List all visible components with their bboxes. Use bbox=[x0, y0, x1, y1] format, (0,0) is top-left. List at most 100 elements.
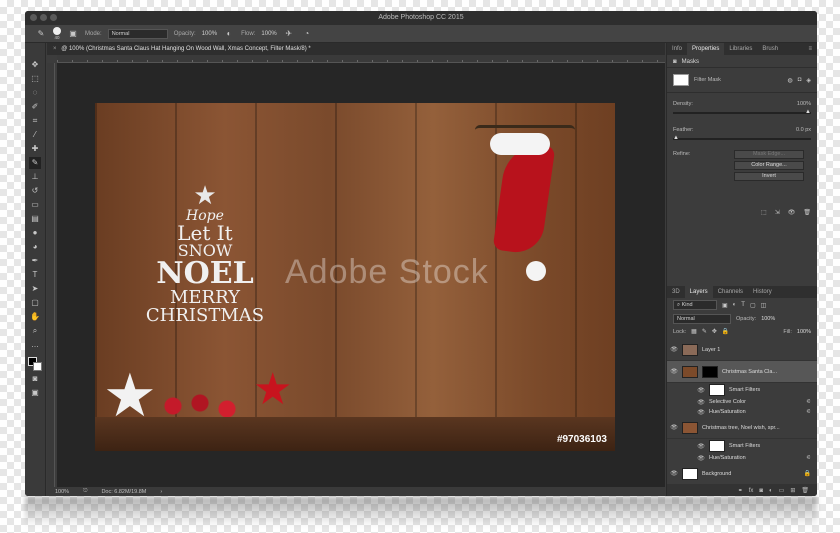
new-layer-icon[interactable]: ⊞ bbox=[790, 487, 795, 494]
tab-brush[interactable]: Brush bbox=[757, 43, 783, 55]
panel-menu-icon[interactable]: ≡ bbox=[803, 43, 817, 55]
dodge-tool-icon[interactable]: ◕ bbox=[29, 241, 41, 253]
quick-select-tool-icon[interactable]: ✐ bbox=[29, 101, 41, 113]
add-mask-icon[interactable]: ◘ bbox=[798, 77, 802, 83]
background-color[interactable] bbox=[33, 362, 42, 371]
lock-move-icon[interactable]: ✥ bbox=[712, 328, 717, 335]
healing-tool-icon[interactable]: ✚ bbox=[29, 143, 41, 155]
filter-row[interactable]: 👁 Hue/Saturation ⚟ bbox=[667, 453, 817, 463]
crop-tool-icon[interactable]: ⌗ bbox=[29, 115, 41, 127]
color-swatches[interactable] bbox=[28, 357, 42, 371]
tab-properties[interactable]: Properties bbox=[687, 43, 725, 55]
tab-history[interactable]: History bbox=[748, 286, 777, 298]
close-doc-icon[interactable]: × bbox=[53, 46, 57, 52]
zoom-button[interactable] bbox=[50, 14, 57, 21]
layer-row[interactable]: 👁 Background 🔒 bbox=[667, 463, 817, 485]
filter-row[interactable]: 👁 Selective Color ⚟ bbox=[667, 397, 817, 407]
brush-preset-picker[interactable]: 40 bbox=[53, 27, 61, 40]
blending-options-icon[interactable]: ⚟ bbox=[806, 455, 811, 461]
blending-options-icon[interactable]: ⚟ bbox=[806, 409, 811, 415]
filter-mask-thumbnail[interactable] bbox=[709, 384, 725, 396]
eraser-tool-icon[interactable]: ▭ bbox=[29, 199, 41, 211]
eyedropper-tool-icon[interactable]: ⁄ bbox=[29, 129, 41, 141]
document-image[interactable]: ★ Hope Let It SNOW NOEL MERRY CHRISTMAS … bbox=[95, 103, 615, 451]
layer-style-icon[interactable]: fx bbox=[749, 488, 754, 494]
filter-smart-icon[interactable]: ◫ bbox=[761, 302, 767, 309]
new-group-icon[interactable]: ▭ bbox=[779, 487, 785, 494]
share-icon[interactable]: ⎋ bbox=[83, 488, 87, 495]
hand-tool-icon[interactable]: ✋ bbox=[29, 311, 41, 323]
select-mask-icon[interactable]: ◍ bbox=[788, 77, 793, 84]
layer-mask-thumbnail[interactable] bbox=[702, 365, 718, 378]
density-value[interactable]: 100% bbox=[797, 101, 811, 107]
quick-mask-icon[interactable]: ◙ bbox=[29, 373, 41, 385]
smart-filters-row[interactable]: 👁 Smart Filters bbox=[667, 383, 817, 397]
close-button[interactable] bbox=[30, 14, 37, 21]
marquee-tool-icon[interactable]: ⬚ bbox=[29, 73, 41, 85]
adjustment-layer-icon[interactable]: ◐ bbox=[769, 488, 773, 494]
tab-layers[interactable]: Layers bbox=[684, 286, 713, 298]
eye-icon[interactable]: 👁 bbox=[697, 387, 705, 394]
tab-channels[interactable]: Channels bbox=[713, 286, 748, 298]
eye-icon[interactable]: 👁 bbox=[697, 455, 705, 462]
visibility-icon[interactable]: 👁 bbox=[788, 209, 796, 216]
path-select-tool-icon[interactable]: ➤ bbox=[29, 283, 41, 295]
lock-pixels-icon[interactable]: ▦ bbox=[691, 328, 697, 335]
tab-3d[interactable]: 3D bbox=[667, 286, 685, 298]
density-slider[interactable]: ▲ bbox=[673, 109, 811, 115]
eye-icon[interactable]: 👁 bbox=[670, 346, 678, 353]
kind-filter-select[interactable]: ⌕ Kind bbox=[673, 300, 717, 310]
feather-slider[interactable]: ▲ bbox=[673, 135, 811, 141]
lock-all-icon[interactable]: 🔒 bbox=[722, 328, 729, 335]
eye-icon[interactable]: 👁 bbox=[670, 470, 678, 477]
blend-mode-select[interactable]: Normal bbox=[673, 314, 731, 324]
smart-filters-row[interactable]: 👁 Smart Filters bbox=[667, 439, 817, 453]
mode-select[interactable]: Normal bbox=[107, 28, 168, 39]
blur-tool-icon[interactable]: ● bbox=[29, 227, 41, 239]
filter-mask-thumbnail[interactable] bbox=[709, 440, 725, 452]
filter-pixel-icon[interactable]: ▣ bbox=[722, 302, 728, 309]
vector-mask-icon[interactable]: ◈ bbox=[806, 77, 811, 84]
eye-icon[interactable]: 👁 bbox=[670, 424, 678, 431]
minimize-button[interactable] bbox=[40, 14, 47, 21]
delete-layer-icon[interactable]: 🗑 bbox=[801, 487, 809, 494]
eye-icon[interactable]: 👁 bbox=[670, 368, 678, 375]
vertical-ruler[interactable] bbox=[47, 63, 55, 487]
eye-icon[interactable]: 👁 bbox=[697, 409, 705, 416]
eye-icon[interactable]: 👁 bbox=[697, 399, 705, 406]
horizontal-ruler[interactable] bbox=[57, 55, 665, 63]
shape-tool-icon[interactable]: ▢ bbox=[29, 297, 41, 309]
brush-icon[interactable]: ✎ bbox=[35, 28, 47, 40]
pressure-opacity-icon[interactable]: ◐ bbox=[223, 28, 235, 40]
link-layers-icon[interactable]: ⚭ bbox=[738, 487, 743, 494]
filter-row[interactable]: 👁 Hue/Saturation ⚟ bbox=[667, 407, 817, 417]
pen-tool-icon[interactable]: ✒ bbox=[29, 255, 41, 267]
move-tool-icon[interactable]: ✥ bbox=[29, 59, 41, 71]
zoom-level[interactable]: 100% bbox=[55, 489, 69, 495]
layer-opacity-value[interactable]: 100% bbox=[761, 316, 775, 322]
tab-libraries[interactable]: Libraries bbox=[724, 43, 757, 55]
tab-info[interactable]: Info bbox=[667, 43, 687, 55]
layer-row-selected[interactable]: 👁 Christmas Santa Cla... bbox=[667, 361, 817, 383]
delete-mask-icon[interactable]: 🗑 bbox=[803, 209, 811, 216]
layer-row[interactable]: 👁 Layer 1 bbox=[667, 339, 817, 361]
invert-button[interactable]: Invert bbox=[734, 172, 804, 181]
brush-panel-icon[interactable]: ▣ bbox=[67, 28, 79, 40]
stamp-tool-icon[interactable]: ⊥ bbox=[29, 171, 41, 183]
more-tools-icon[interactable]: … bbox=[29, 339, 41, 351]
brush-tool-icon[interactable]: ✎ bbox=[29, 157, 41, 169]
fill-value[interactable]: 100% bbox=[797, 329, 811, 335]
flow-value[interactable]: 100% bbox=[261, 31, 276, 37]
mask-edge-button[interactable]: Mask Edge... bbox=[734, 150, 804, 159]
eye-icon[interactable]: 👁 bbox=[697, 443, 705, 450]
gradient-tool-icon[interactable]: ▤ bbox=[29, 213, 41, 225]
filter-shape-icon[interactable]: ▢ bbox=[750, 302, 756, 309]
zoom-tool-icon[interactable]: ⌕ bbox=[29, 325, 41, 337]
type-tool-icon[interactable]: T bbox=[29, 269, 41, 281]
density-thumb-icon[interactable]: ▲ bbox=[805, 109, 811, 115]
lasso-tool-icon[interactable]: ◌ bbox=[29, 87, 41, 99]
layer-row[interactable]: 👁 Christmas tree, Noel wish, spr... bbox=[667, 417, 817, 439]
lock-paint-icon[interactable]: ✎ bbox=[702, 328, 707, 335]
screen-mode-icon[interactable]: ▣ bbox=[29, 387, 41, 399]
filter-adjust-icon[interactable]: ◐ bbox=[733, 302, 737, 308]
